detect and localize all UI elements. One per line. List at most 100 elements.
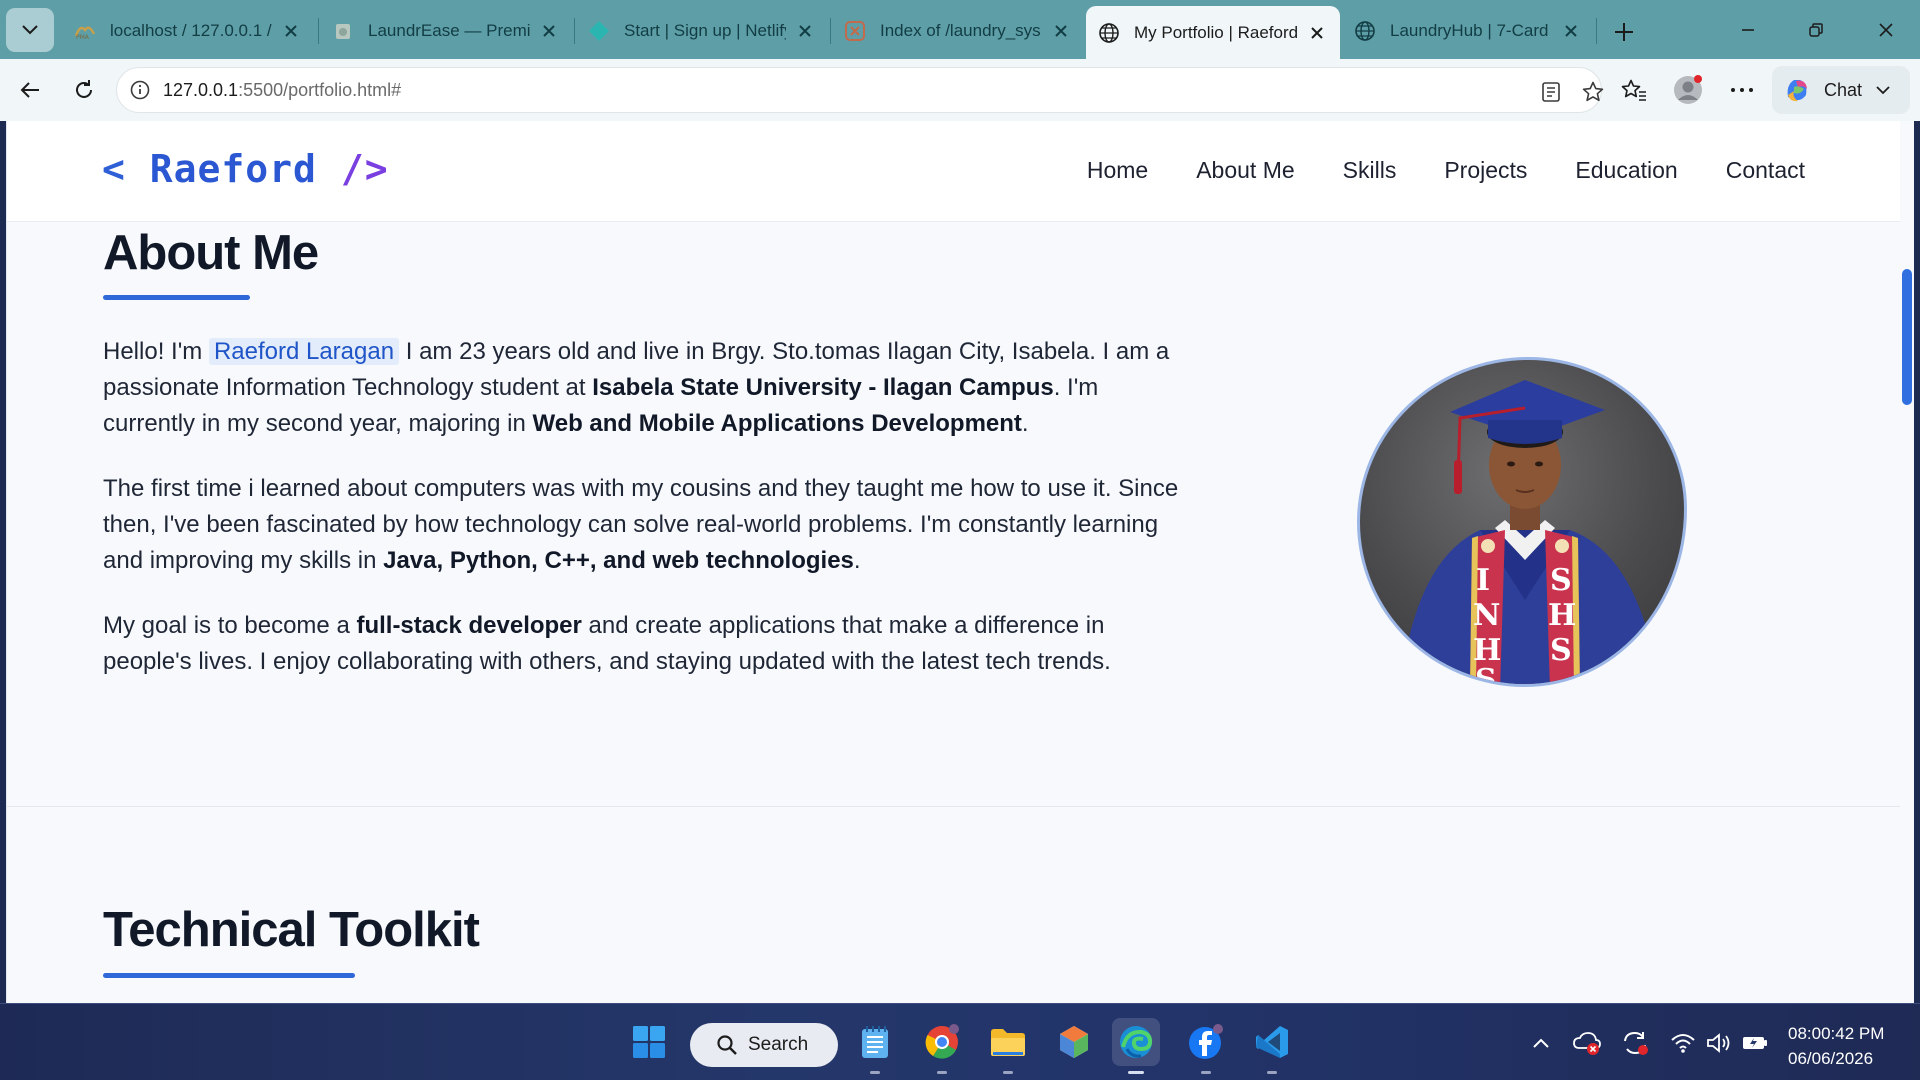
page-scrollbar[interactable] [1900,121,1914,1003]
taskbar-chrome[interactable] [918,1018,966,1074]
tray-overflow-button[interactable] [1526,1028,1556,1058]
close-icon[interactable] [280,20,302,42]
university-name: Isabela State University - Ilagan Campus [592,374,1054,401]
close-icon [1879,23,1893,37]
site-logo[interactable]: < Raeford /> [102,147,389,191]
edge-icon [1120,1026,1153,1058]
globe-icon [1354,20,1376,42]
copilot-icon [1787,80,1807,102]
running-indicator [1003,1071,1013,1074]
clock-time: 08:00:42 PM [1788,1024,1885,1043]
tab-netlify[interactable]: Start | Sign up | Netlify [576,8,828,54]
tab-laundrease[interactable]: LaundrEase — Premium [320,8,572,54]
tab-title: LaundryHub | 7-Card [1390,21,1549,40]
nav-skills[interactable]: Skills [1343,157,1397,184]
sash-letter: S [1550,633,1572,668]
tray-sync[interactable] [1620,1028,1650,1058]
refresh-button[interactable] [64,70,104,110]
taskbar-notepad[interactable] [851,1018,899,1074]
search-icon [717,1035,737,1055]
info-icon[interactable] [129,79,151,101]
taskbar-app-cube[interactable] [1050,1018,1098,1066]
more-options-button[interactable] [1722,70,1762,110]
running-indicator [870,1071,880,1074]
about-section-title: About Me [103,226,319,280]
close-window-button[interactable] [1858,8,1914,52]
avatar-icon [1674,75,1702,104]
tab-laundryhub[interactable]: LaundryHub | 7-Card [1342,8,1594,54]
tab-separator [318,18,319,44]
sash-letter: I [1476,563,1490,598]
skills-highlight: Java, Python, C++, and web technologies [383,547,854,574]
profile-photo: I N H S S H S [1357,357,1687,687]
tray-battery[interactable] [1740,1028,1770,1058]
nav-about-me[interactable]: About Me [1196,157,1294,184]
toolkit-section-title: Technical Toolkit [103,903,480,957]
taskbar-file-explorer[interactable] [984,1018,1032,1074]
site-header: < Raeford /> Home About Me Skills Projec… [7,121,1901,222]
taskbar-facebook[interactable] [1182,1018,1230,1074]
sash-letter: H [1548,598,1576,633]
taskbar-search[interactable]: Search [690,1023,838,1067]
taskbar-edge[interactable] [1112,1018,1160,1074]
tab-title: Index of /laundry_sys [880,21,1041,40]
reader-mode-icon[interactable] [1537,78,1565,106]
browser-tab-bar: PMA localhost / 127.0.0.1 / LaundrEase —… [0,0,1920,59]
tab-separator [830,18,831,44]
address-bar[interactable]: 127.0.0.1:5500/portfolio.html# [116,67,1604,113]
copilot-chat-button[interactable]: Chat [1772,66,1910,114]
speaker-icon [1707,1033,1730,1053]
globe-icon [1098,22,1120,44]
favorites-button[interactable] [1614,70,1654,110]
refresh-icon [76,80,92,98]
nav-contact[interactable]: Contact [1726,157,1805,184]
xampp-icon [844,20,866,42]
tab-phpmyadmin[interactable]: PMA localhost / 127.0.0.1 / [62,8,314,54]
highlighted-name: Raeford Laragan [208,338,400,365]
start-button[interactable] [625,1018,673,1066]
tray-volume[interactable] [1704,1028,1734,1058]
favorite-star-icon[interactable] [1579,78,1607,106]
close-icon[interactable] [1560,20,1582,42]
logo-open-bracket: < [102,147,126,191]
minimize-button[interactable] [1720,8,1776,52]
running-indicator [1267,1071,1277,1074]
chevron-down-icon [1876,86,1890,95]
logo-close-tag: /> [340,147,389,191]
about-paragraph-3: My goal is to become a full-stack develo… [103,608,1193,680]
close-icon[interactable] [794,20,816,42]
favorites-icon [1621,79,1646,101]
sash-letter: S [1550,563,1572,598]
facebook-icon [1189,1024,1223,1059]
tray-wifi[interactable] [1668,1028,1698,1058]
tab-my-portfolio[interactable]: My Portfolio | Raeford [1086,6,1340,59]
text: . [1021,410,1029,437]
close-icon[interactable] [1050,20,1072,42]
nav-projects[interactable]: Projects [1444,157,1527,184]
about-title-underline [103,295,250,300]
taskbar-vscode[interactable] [1248,1018,1296,1074]
chrome-icon [925,1024,959,1059]
new-tab-button[interactable] [1604,12,1644,52]
restore-button[interactable] [1788,8,1844,52]
cube-icon [1060,1026,1088,1058]
nav-education[interactable]: Education [1575,157,1677,184]
url-text[interactable]: 127.0.0.1:5500/portfolio.html# [163,80,401,101]
close-icon[interactable] [538,20,560,42]
profile-button[interactable] [1668,70,1708,110]
close-icon[interactable] [1306,22,1328,44]
toolkit-section: Technical Toolkit [7,807,1901,1003]
plus-icon [1615,23,1633,41]
tab-index-laundry-sys[interactable]: Index of /laundry_sys [832,8,1084,54]
tab-title: My Portfolio | Raeford [1134,22,1298,42]
chevron-down-icon [22,25,38,35]
browser-toolbar: 127.0.0.1:5500/portfolio.html# Chat [0,59,1920,121]
about-paragraph-2: The first time i learned about computers… [103,471,1193,579]
taskbar-clock[interactable]: 08:00:42 PM 06/06/2026 [1788,1021,1884,1071]
graduation-portrait-illustration: I N H S S H S [1400,380,1660,684]
back-button[interactable] [10,70,50,110]
tray-onedrive[interactable] [1572,1028,1602,1058]
scrollbar-thumb[interactable] [1902,269,1912,405]
tab-actions-menu-button[interactable] [6,8,54,52]
nav-home[interactable]: Home [1087,157,1148,184]
